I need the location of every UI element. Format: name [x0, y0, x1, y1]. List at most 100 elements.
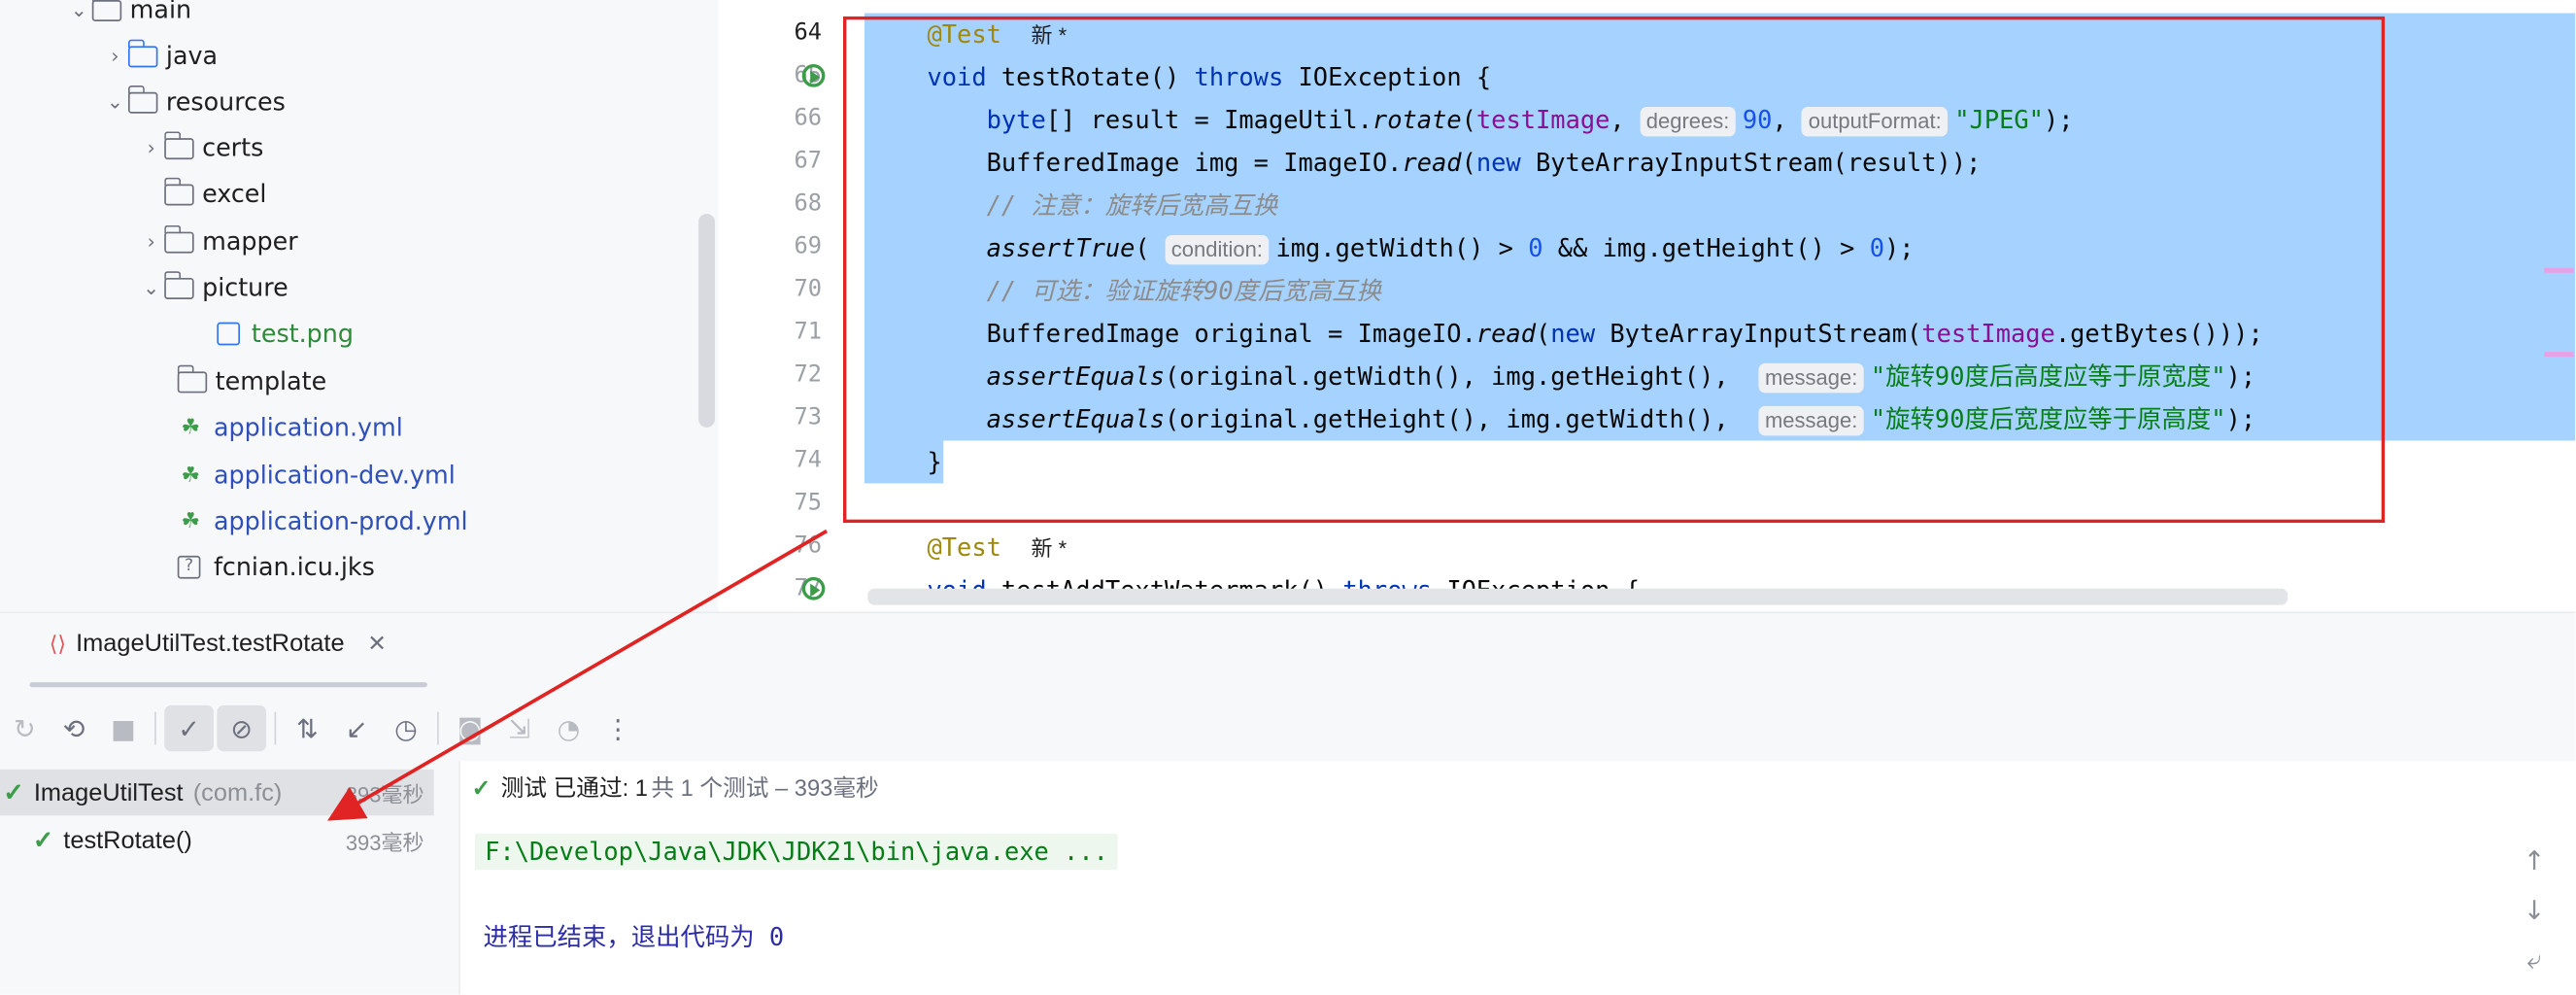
scroll-marker: [2544, 267, 2574, 273]
tree-item-label: certs: [202, 133, 264, 163]
resources-folder-icon: [127, 85, 158, 113]
spring-leaf-icon: ☘: [181, 463, 201, 488]
tree-item-label: template: [215, 366, 327, 396]
code-line-76: @Test 新 *: [927, 532, 1068, 563]
folder-icon: [163, 270, 194, 299]
show-passed-icon[interactable]: ✓: [164, 704, 214, 752]
spring-leaf-icon: ☘: [181, 508, 201, 534]
chevron-right-icon[interactable]: ›: [138, 230, 164, 254]
chevron-down-icon[interactable]: ⌄: [102, 90, 128, 114]
chevron-down-icon[interactable]: ⌄: [66, 0, 92, 21]
more-options-icon[interactable]: ⋮: [593, 705, 643, 751]
stop-icon[interactable]: ■: [99, 705, 149, 751]
tree-item-picture[interactable]: ⌄ picture: [138, 264, 288, 310]
run-panel: ⟨⟩ ImageUtilTest.testRotate ✕ ↻ ⟲ ■ ✓ ⊘ …: [0, 611, 2576, 995]
line-number: 68: [794, 190, 822, 218]
editor-horizontal-scrollbar[interactable]: [867, 588, 2288, 605]
test-suite-name: ImageUtilTest: [33, 778, 184, 806]
ide-window: ⌄ main › java ⌄ resources › certs excel …: [0, 0, 2576, 995]
run-test-icon[interactable]: [801, 63, 829, 90]
tree-item-label: main: [129, 0, 192, 25]
scroll-marker: [2544, 352, 2574, 358]
test-suite-row[interactable]: ✓ ImageUtilTest (com.fc) 393毫秒: [0, 769, 434, 816]
unknown-file-icon: ?: [177, 555, 201, 579]
tab-label: ImageUtilTest.testRotate: [76, 630, 345, 658]
folder-icon: [163, 223, 194, 253]
sort-icon[interactable]: ⇅: [283, 705, 332, 751]
tree-item-application-prod-yml[interactable]: ☘ application-prod.yml: [178, 498, 468, 544]
test-case-row[interactable]: ✓ testRotate() 393毫秒: [0, 817, 434, 863]
active-tab-indicator: [29, 682, 427, 688]
chevron-down-icon[interactable]: ⌄: [138, 276, 164, 299]
tree-item-label: test.png: [251, 319, 354, 349]
tree-item-label: application.yml: [213, 412, 403, 443]
test-duration: 393毫秒: [345, 829, 424, 854]
tree-item-mapper[interactable]: › mapper: [138, 219, 298, 264]
tree-item-certs[interactable]: › certs: [138, 125, 263, 171]
tree-item-label: fcnian.icu.jks: [213, 552, 375, 582]
chevron-right-icon[interactable]: ›: [138, 136, 164, 159]
tree-item-template[interactable]: template: [176, 359, 327, 404]
tree-item-label: excel: [202, 179, 267, 209]
line-number: 71: [794, 319, 822, 346]
history-icon[interactable]: ◷: [382, 705, 431, 751]
close-icon[interactable]: ✕: [367, 630, 387, 658]
rerun-icon[interactable]: ↻: [0, 705, 50, 751]
line-number: 67: [794, 148, 822, 175]
tree-item-resources[interactable]: ⌄ resources: [102, 79, 286, 124]
highlight-box: [842, 16, 2386, 524]
new-badge: 新 *: [1031, 535, 1068, 561]
rerun-failed-icon[interactable]: ⟲: [50, 705, 99, 751]
coverage-icon[interactable]: ◔: [544, 705, 593, 751]
folder-icon: [176, 363, 208, 393]
tree-item-application-dev-yml[interactable]: ☘ application-dev.yml: [178, 452, 456, 498]
check-icon: ✓: [471, 773, 491, 801]
test-status: ✓ 测试 已通过: 1 共 1 个测试 – 393毫秒: [468, 772, 879, 805]
folder-icon: [163, 130, 194, 159]
line-number: 69: [794, 233, 822, 260]
run-toolbar: ↻ ⟲ ■ ✓ ⊘ ⇅ ↙ ◷ ◙ ⇲ ◔ ⋮: [0, 704, 643, 752]
run-test-icon[interactable]: [801, 576, 829, 603]
tab-run-config[interactable]: ⟨⟩ ImageUtilTest.testRotate ✕: [50, 630, 387, 658]
test-duration: 393毫秒: [345, 781, 424, 806]
tree-item-main[interactable]: ⌄ main: [66, 0, 191, 33]
tree-scrollbar[interactable]: [698, 213, 716, 428]
line-number: 70: [794, 276, 822, 303]
tree-item-jks[interactable]: ? fcnian.icu.jks: [177, 544, 375, 590]
tree-item-label: application-prod.yml: [213, 506, 468, 536]
tree-item-application-yml[interactable]: ☘ application.yml: [178, 404, 403, 450]
test-package: (com.fc): [192, 778, 283, 806]
tree-item-excel[interactable]: excel: [163, 171, 267, 217]
tree-item-label: picture: [202, 272, 288, 303]
line-number: 73: [794, 404, 822, 431]
line-number: 72: [794, 361, 822, 389]
check-icon: ✓: [3, 779, 24, 807]
project-tree: ⌄ main › java ⌄ resources › certs excel …: [0, 0, 719, 612]
test-status-text: 测试 已通过: 1: [500, 773, 648, 802]
soft-wrap-icon[interactable]: ⤶: [2518, 944, 2551, 977]
line-number: 75: [794, 490, 822, 517]
code-editor[interactable]: 64 65 66 67 68 69 70 71 72 73 74 75 76 7…: [720, 0, 2576, 612]
show-ignored-icon[interactable]: ⊘: [217, 704, 267, 752]
chevron-right-icon[interactable]: ›: [102, 45, 128, 68]
tree-item-test-png[interactable]: test.png: [217, 311, 354, 357]
folder-icon: [163, 176, 194, 205]
import-tests-icon[interactable]: ↙: [332, 705, 382, 751]
tree-item-label: resources: [165, 86, 286, 118]
toolbar-divider: [274, 711, 277, 745]
tree-item-java[interactable]: › java: [102, 33, 218, 79]
test-status-summary: 共 1 个测试 – 393毫秒: [651, 773, 879, 802]
test-run-icon: ⟨⟩: [49, 630, 66, 656]
image-file-icon: [217, 322, 241, 346]
export-icon[interactable]: ⇲: [494, 705, 544, 751]
tree-item-label: application-dev.yml: [213, 460, 456, 491]
scroll-up-icon[interactable]: ↑: [2518, 845, 2551, 876]
line-number: 66: [794, 105, 822, 132]
folder-icon: [90, 0, 122, 21]
tree-item-label: mapper: [202, 226, 298, 257]
line-number: 74: [794, 447, 822, 474]
scroll-down-icon[interactable]: ↓: [2518, 894, 2551, 925]
console-command-line[interactable]: F:\Develop\Java\JDK\JDK21\bin\java.exe .…: [474, 833, 1119, 871]
camera-icon[interactable]: ◙: [446, 705, 495, 751]
line-number: 76: [794, 532, 822, 560]
